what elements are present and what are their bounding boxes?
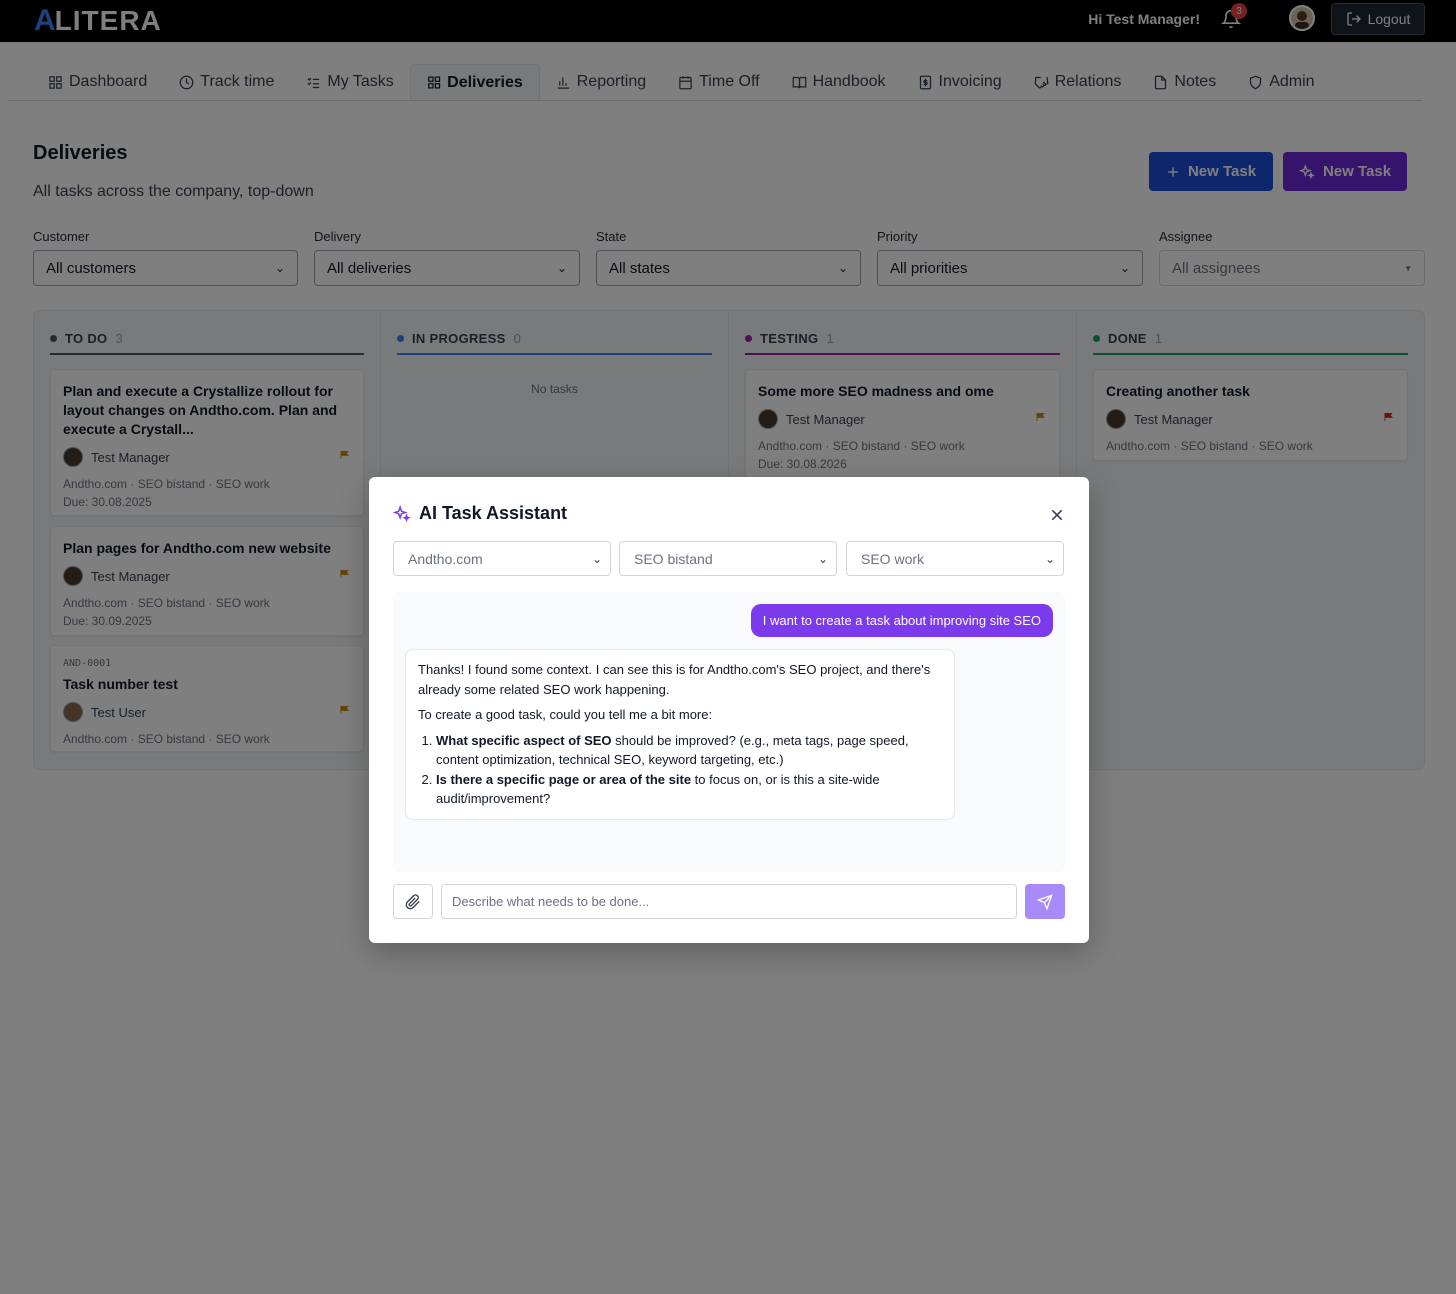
- paperclip-icon: [405, 893, 420, 909]
- attach-button[interactable]: [393, 884, 433, 919]
- dialog-title: AI Task Assistant: [393, 503, 567, 524]
- dialog-title-text: AI Task Assistant: [419, 503, 568, 523]
- workstream-select[interactable]: SEO work ⌄: [846, 541, 1064, 576]
- chevron-down-icon: ⌄: [817, 551, 828, 566]
- question-emphasis: Is there a specific page or area of the …: [436, 771, 692, 787]
- list-item: What specific aspect of SEO should be im…: [436, 731, 942, 770]
- close-icon[interactable]: [1049, 507, 1065, 523]
- delivery-select[interactable]: SEO bistand ⌄: [619, 541, 837, 576]
- chat-history[interactable]: I want to create a task about improving …: [393, 592, 1065, 872]
- customer-select[interactable]: Andtho.com ⌄: [393, 541, 611, 576]
- user-message: I want to create a task about improving …: [750, 604, 1053, 637]
- chevron-down-icon: ⌄: [1044, 551, 1055, 566]
- assistant-message: Thanks! I found some context. I can see …: [405, 649, 955, 820]
- chevron-down-icon: ⌄: [591, 551, 602, 566]
- question-emphasis: What specific aspect of SEO: [436, 732, 612, 748]
- ai-task-assistant-dialog: AI Task Assistant Andtho.com ⌄ SEO bistan…: [369, 477, 1089, 943]
- assistant-question: To create a good task, could you tell me…: [418, 707, 713, 722]
- send-button[interactable]: [1025, 884, 1065, 919]
- select-value: SEO bistand: [634, 550, 713, 567]
- assistant-intro: Thanks! I found some context. I can see …: [418, 662, 931, 697]
- select-value: Andtho.com: [408, 550, 483, 567]
- question-list: What specific aspect of SEO should be im…: [418, 731, 942, 809]
- message-input[interactable]: [441, 884, 1017, 919]
- sparkles-icon: [393, 504, 411, 522]
- send-icon: [1037, 893, 1053, 910]
- list-item: Is there a specific page or area of the …: [436, 770, 942, 809]
- select-value: SEO work: [861, 550, 925, 567]
